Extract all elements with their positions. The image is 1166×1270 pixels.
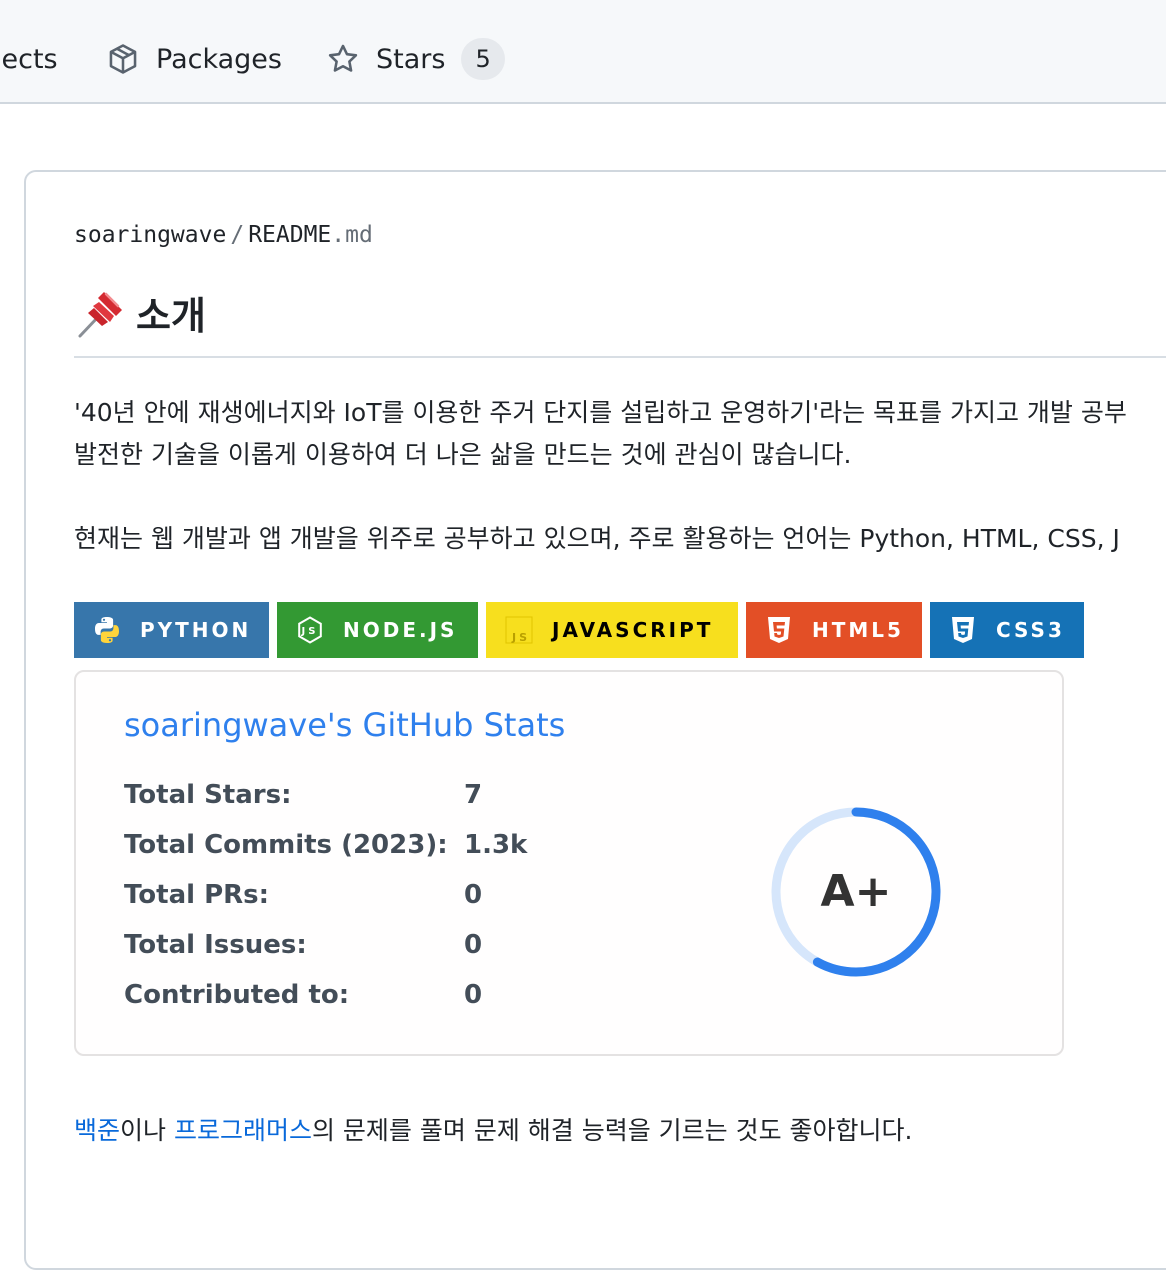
tab-projects[interactable]: jects [0,34,58,84]
intro-line-1: '40년 안에 재생에너지와 IoT를 이용한 주거 단지를 설립하고 운영하기… [74,398,1127,427]
badge-python-label: PYTHON [140,618,252,642]
intro-line-2: 발전한 기술을 이롭게 이용하여 더 나은 삶을 만드는 것에 관심이 많습니다… [74,440,852,469]
css3-icon [948,615,978,645]
badge-css3[interactable]: CSS3 [930,602,1084,658]
stat-label: Total PRs: [124,880,270,910]
path-separator: / [230,222,245,248]
repo-nav: jects Packages Stars 5 [0,0,1166,104]
nodejs-icon: JS [295,615,325,645]
tech-badges: PYTHON JS NODE.JS JS JAVASCRIPT HTML5 CS… [74,602,1092,658]
package-icon [106,42,140,76]
badge-nodejs[interactable]: JS NODE.JS [277,602,478,658]
stat-value: 0 [464,930,483,960]
tab-packages[interactable]: Packages [106,34,282,84]
badge-python[interactable]: PYTHON [74,602,269,658]
badge-nodejs-label: NODE.JS [343,618,458,642]
github-stats-card: soaringwave's GitHub Stats Total Stars: … [74,670,1064,1056]
algorithm-line: 백준이나 프로그래머스의 문제를 풀며 문제 해결 능력을 기르는 것도 좋아합… [74,1110,913,1152]
badge-css3-label: CSS3 [996,618,1065,642]
badge-html5-label: HTML5 [812,618,904,642]
stat-value: 7 [464,780,483,810]
baekjoon-link[interactable]: 백준 [74,1116,120,1145]
readme-filepath: soaringwave / README.md [74,222,373,248]
badge-javascript-label: JAVASCRIPT [552,618,714,642]
tab-projects-label: jects [0,43,58,75]
stat-label: Total Commits (2023): [124,830,448,860]
file-extension: .md [331,222,373,248]
algorithm-text-2: 의 문제를 풀며 문제 해결 능력을 기르는 것도 좋아합니다. [311,1116,913,1145]
star-icon [326,42,360,76]
tab-stars-label: Stars [376,43,446,75]
rank-circle: A+ [766,802,946,982]
repo-owner-link[interactable]: soaringwave [74,222,226,248]
badge-javascript[interactable]: JS JAVASCRIPT [486,602,738,658]
rank-grade: A+ [820,866,892,917]
programmers-link[interactable]: 프로그래머스 [174,1116,312,1145]
html5-icon [764,615,794,645]
stat-value: 1.3k [464,830,528,860]
pushpin-icon [74,286,128,340]
stat-label: Total Issues: [124,930,307,960]
badge-html5[interactable]: HTML5 [746,602,922,658]
file-name: README [248,222,332,248]
current-study-line: 현재는 웹 개발과 앱 개발을 위주로 공부하고 있으며, 주로 활용하는 언어… [74,524,1120,553]
javascript-icon: JS [504,615,534,645]
stat-label: Total Stars: [124,780,292,810]
readme-heading: 소개 [74,286,1166,358]
stat-value: 0 [464,980,483,1010]
algorithm-text-1: 이나 [120,1116,174,1145]
python-icon [92,615,122,645]
stars-counter: 5 [461,38,505,80]
stat-value: 0 [464,880,483,910]
svg-text:JS: JS [511,631,530,644]
stat-label: Contributed to: [124,980,350,1010]
svg-text:JS: JS [301,626,319,637]
tab-stars[interactable]: Stars 5 [326,34,505,84]
stats-title: soaringwave's GitHub Stats [124,706,566,744]
heading-text: 소개 [136,294,206,338]
tab-packages-label: Packages [156,43,282,75]
